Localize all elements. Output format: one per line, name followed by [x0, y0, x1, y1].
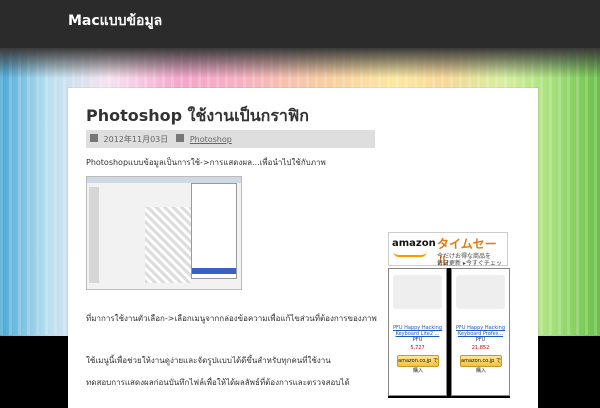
screenshot-canvas — [145, 207, 191, 283]
post-paragraph-3: ใช้เมนูนี้เพื่อช่วยให้งานดูง่ายและจัดรูป… — [86, 356, 331, 365]
amazon-timesale-banner[interactable]: amazon タイムセール 今だけお得な商品を 毎日更新 ▸今すぐチェック — [388, 232, 508, 276]
screenshot-menu — [191, 183, 237, 279]
post-paragraph-4: ทดสอบการแสดงผลก่อนบันทึกไฟล์เพื่อให้ได้ผ… — [86, 378, 350, 387]
site-title[interactable]: Macแบบข้อมูล — [68, 10, 162, 32]
amazon-smile-icon — [393, 251, 427, 257]
user-icon — [176, 134, 185, 142]
product-card[interactable]: PFU Happy Hacking Keyboard Lite2 ... PFU… — [388, 268, 447, 396]
post-paragraph-2: ที่มาการใช้งานตัวเลือก->เลือกเมนูจากกล่อ… — [86, 314, 377, 323]
post-meta: 2012年11月03日 Photoshop — [86, 130, 375, 148]
sidebar: amazon タイムセール 今だけお得な商品を 毎日更新 ▸今すぐチェック PF… — [388, 232, 510, 400]
buy-button[interactable]: amazon.co.jp で購入 — [460, 355, 502, 374]
product-name[interactable]: PFU Happy Hacking Keyboard Lite2 ... — [391, 325, 444, 337]
keyboard-dark-image[interactable] — [456, 275, 505, 309]
screenshot-menu-highlight — [192, 268, 236, 274]
category-row: Photoshop — [176, 134, 232, 144]
calendar-icon — [90, 133, 98, 142]
date-row: 2012年11月03日 — [90, 133, 169, 145]
amazon-logo: amazon — [392, 238, 436, 249]
product-name[interactable]: PFU Happy Hacking Keyboard Profes... — [454, 325, 507, 337]
header-fade — [0, 48, 600, 78]
post-date: 2012年11月03日 — [103, 134, 169, 144]
post-title[interactable]: Photoshop ใช้งานเป็นกราฟิก — [86, 104, 309, 129]
screenshot-image — [86, 176, 242, 290]
post-paragraph-1: Photoshopแบบข้อมูลเป็นการใช้->การแสดงผล.… — [86, 158, 326, 167]
buy-button[interactable]: amazon.co.jp で購入 — [397, 355, 439, 374]
keyboard-light-image[interactable] — [393, 275, 442, 309]
post-category-link[interactable]: Photoshop — [190, 135, 232, 144]
screenshot-toolbar — [89, 187, 99, 283]
product-maker: PFU — [412, 337, 423, 343]
product-card[interactable]: PFU Happy Hacking Keyboard Profes... PFU… — [451, 268, 510, 396]
product-price: 21,852 — [471, 345, 490, 351]
site-header: Macแบบข้อมูล — [0, 0, 600, 48]
product-price: 5,727 — [410, 345, 425, 351]
product-maker: PFU — [475, 337, 486, 343]
product-list: PFU Happy Hacking Keyboard Lite2 ... PFU… — [388, 268, 510, 398]
